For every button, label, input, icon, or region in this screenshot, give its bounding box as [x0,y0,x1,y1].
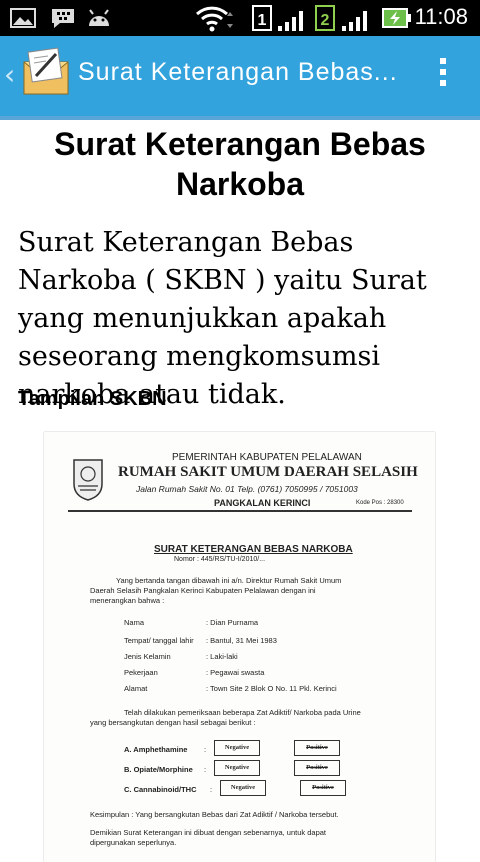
doc-header2: RUMAH SAKIT UMUM DAERAH SELASIH [118,464,418,480]
doc-exam-1: Telah dilakukan pemeriksaan beberapa Zat… [124,708,361,717]
doc-field-value: : Pegawai swasta [206,668,265,677]
doc-test-positive: Positive [294,760,340,776]
action-bar: ‹ Surat Keterangan Bebas... [0,36,480,116]
doc-header1: PEMERINTAH KABUPATEN PELALAWAN [172,452,362,463]
wifi-icon [195,6,235,36]
bbm-icon [50,7,76,33]
doc-closing-2: dipergunakan seperlunya. [90,838,177,847]
article-title: Surat Keterangan Bebas Narkoba [54,126,426,202]
doc-field-value: : Laki-laki [206,652,238,661]
battery-charging-icon [382,7,412,33]
image-icon [10,8,36,32]
doc-intro-1: Yang bertanda tangan dibawah ini a/n. Di… [116,576,342,585]
sim1-label: 1 [258,12,267,29]
doc-exam-2: yang bersangkutan dengan hasil sebagai b… [90,718,256,727]
sim2-icon: 2 [315,5,335,35]
doc-field-label: Tempat/ tanggal lahir [124,636,194,645]
doc-test-name: A. Amphethamine [124,745,188,754]
doc-test-negative: Negative [214,740,260,756]
doc-field-value: : Dian Purnama [206,618,259,627]
status-bar: 1 2 11:08 [0,0,480,36]
app-envelope-icon[interactable] [22,46,70,102]
regency-crest-icon [70,456,106,507]
doc-field-label: Alamat [124,684,148,693]
doc-test-colon: : [204,765,207,774]
article-lead: Surat Keterangan Bebas Narkoba ( SKBN ) … [18,227,427,410]
sim1-icon: 1 [252,5,272,35]
doc-test-name: B. Opiate/Morphine [124,765,193,774]
clock: 11:08 [414,4,468,29]
doc-test-colon: : [210,785,213,794]
doc-closing-1: Demikian Surat Keterangan ini dibuat den… [90,828,326,837]
doc-test-positive: Positive [300,780,346,796]
signal2-icon [340,8,370,36]
doc-postcode: Kode Pos : 28300 [356,500,404,506]
doc-test-colon: : [204,745,207,754]
doc-field-value: : Bantul, 31 Mei 1983 [206,636,277,645]
android-icon [86,8,112,32]
doc-conclusion: Kesimpulan : Yang bersangkutan Bebas dar… [90,810,339,819]
doc-header-rule [68,510,412,512]
action-bar-title: Surat Keterangan Bebas... [78,58,398,86]
doc-test-positive: Positive [294,740,340,756]
doc-number: Nomor : 445/RS/TU-I/2010/... [174,556,266,563]
article-subheading: Tampilan SKBN [18,388,167,410]
doc-test-name: C. Cannabinoid/THC [124,785,197,794]
sim2-label: 2 [321,12,330,29]
doc-field-label: Nama [124,618,145,627]
doc-address: Jalan Rumah Sakit No. 01 Telp. (0761) 70… [136,484,358,494]
signal1-icon [276,8,306,36]
skbn-document-image: PEMERINTAH KABUPATEN PELALAWAN RUMAH SAK… [44,432,435,862]
doc-title: SURAT KETERANGAN BEBAS NARKOBA [154,544,353,555]
doc-test-negative: Negative [214,760,260,776]
doc-field-value: : Town Site 2 Blok O No. 11 Pkl. Kerinci [206,684,337,693]
overflow-menu-icon[interactable] [440,58,446,91]
action-bar-divider [0,116,480,120]
doc-intro-3: menerangkan bahwa : [90,596,165,605]
back-chevron-icon[interactable]: ‹ [4,58,15,91]
doc-test-negative: Negative [220,780,266,796]
doc-field-label: Pekerjaan [124,668,158,677]
doc-city: PANGKALAN KERINCI [214,498,311,508]
doc-intro-2: Daerah Selasih Pangkalan Kerinci Kabupat… [90,586,316,595]
doc-field-label: Jenis Kelamin [124,652,171,661]
